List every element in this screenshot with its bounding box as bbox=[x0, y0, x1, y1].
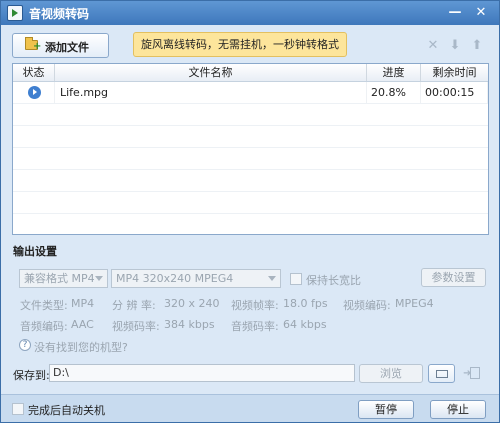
chevron-down-icon bbox=[95, 276, 103, 281]
table-header: 状态 文件名称 进度 剩余时间 bbox=[13, 64, 488, 82]
help-icon[interactable]: ? bbox=[19, 339, 31, 351]
converter-window: 音视频转码 — ✕ 添加文件 旋风离线转码，无需挂机，一秒钟转格式 ✕ ⬇ ⬆ … bbox=[0, 0, 500, 423]
bottom-bar: 完成后自动关机 暂停 停止 bbox=[1, 394, 499, 422]
empty-row bbox=[13, 126, 488, 148]
preset-select-value: MP4 320x240 MPEG4 bbox=[116, 272, 234, 285]
keep-ratio-checkbox[interactable] bbox=[290, 273, 302, 285]
preset-select[interactable]: MP4 320x240 MPEG4 bbox=[111, 269, 281, 288]
video-codec-value: MPEG4 bbox=[395, 297, 434, 310]
keep-ratio-label: 保持长宽比 bbox=[306, 274, 361, 287]
file-table: 状态 文件名称 进度 剩余时间 Life.mpg 20.8% 00:00:15 bbox=[12, 63, 489, 235]
title-bar[interactable]: 音视频转码 — ✕ bbox=[1, 1, 499, 25]
empty-row bbox=[13, 170, 488, 192]
column-remaining[interactable]: 剩余时间 bbox=[421, 64, 488, 81]
window-title: 音视频转码 bbox=[29, 7, 90, 21]
progress-cell: 20.8% bbox=[367, 82, 421, 103]
add-folder-icon bbox=[25, 37, 41, 52]
format-select[interactable]: 兼容格式 MP4 bbox=[19, 269, 108, 288]
minimize-button[interactable]: — bbox=[443, 4, 467, 22]
status-cell bbox=[13, 82, 55, 103]
video-bitrate-label: 视频码率: bbox=[112, 320, 160, 333]
file-type-value: MP4 bbox=[71, 297, 95, 310]
list-tools: ✕ ⬇ ⬆ bbox=[425, 38, 489, 54]
frame-rate-value: 18.0 fps bbox=[283, 297, 328, 310]
chevron-down-icon bbox=[268, 276, 276, 281]
save-to-label: 保存到: bbox=[13, 369, 50, 382]
empty-row bbox=[13, 104, 488, 126]
document-icon bbox=[470, 367, 480, 379]
parameter-settings-button[interactable]: 参数设置 bbox=[421, 268, 486, 287]
format-select-value: 兼容格式 MP4 bbox=[24, 272, 95, 285]
column-status[interactable]: 状态 bbox=[13, 64, 55, 81]
browse-button[interactable]: 浏览 bbox=[359, 364, 423, 383]
video-bitrate-value: 384 kbps bbox=[164, 318, 215, 331]
add-file-label: 添加文件 bbox=[45, 41, 89, 54]
empty-row bbox=[13, 192, 488, 214]
frame-rate-label: 视频帧率: bbox=[231, 299, 279, 312]
auto-shutdown-label: 完成后自动关机 bbox=[28, 404, 105, 417]
resolution-value: 320 x 240 bbox=[164, 297, 220, 310]
save-path-field[interactable]: D:\ bbox=[49, 364, 355, 382]
empty-row bbox=[13, 214, 488, 234]
resolution-label: 分 辨 率: bbox=[112, 299, 156, 312]
close-button[interactable]: ✕ bbox=[469, 4, 493, 22]
file-name-cell: Life.mpg bbox=[55, 82, 367, 103]
audio-codec-value: AAC bbox=[71, 318, 94, 331]
app-icon bbox=[7, 5, 23, 21]
audio-bitrate-label: 音频码率: bbox=[231, 320, 279, 333]
pause-button[interactable]: 暂停 bbox=[358, 400, 414, 419]
table-row[interactable]: Life.mpg 20.8% 00:00:15 bbox=[13, 82, 488, 104]
converting-status-icon bbox=[28, 86, 41, 99]
move-up-icon[interactable]: ⬆ bbox=[469, 38, 485, 54]
export-button[interactable]: ➜ bbox=[460, 364, 488, 383]
remaining-cell: 00:00:15 bbox=[421, 82, 488, 103]
audio-bitrate-value: 64 kbps bbox=[283, 318, 327, 331]
column-progress[interactable]: 进度 bbox=[367, 64, 421, 81]
empty-row bbox=[13, 148, 488, 170]
promo-banner[interactable]: 旋风离线转码，无需挂机，一秒钟转格式 bbox=[133, 32, 347, 57]
video-codec-label: 视频编码: bbox=[343, 299, 391, 312]
stop-button[interactable]: 停止 bbox=[430, 400, 486, 419]
audio-codec-label: 音频编码: bbox=[20, 320, 68, 333]
file-type-label: 文件类型: bbox=[20, 299, 68, 312]
add-file-button[interactable]: 添加文件 bbox=[12, 33, 109, 58]
auto-shutdown-checkbox[interactable] bbox=[12, 403, 24, 415]
output-settings-title: 输出设置 bbox=[13, 245, 57, 258]
delete-icon[interactable]: ✕ bbox=[425, 38, 441, 54]
open-folder-button[interactable] bbox=[428, 364, 455, 383]
column-name[interactable]: 文件名称 bbox=[55, 64, 367, 81]
model-not-found-link[interactable]: 没有找到您的机型? bbox=[34, 339, 128, 355]
open-folder-icon bbox=[436, 370, 448, 378]
move-down-icon[interactable]: ⬇ bbox=[447, 38, 463, 54]
